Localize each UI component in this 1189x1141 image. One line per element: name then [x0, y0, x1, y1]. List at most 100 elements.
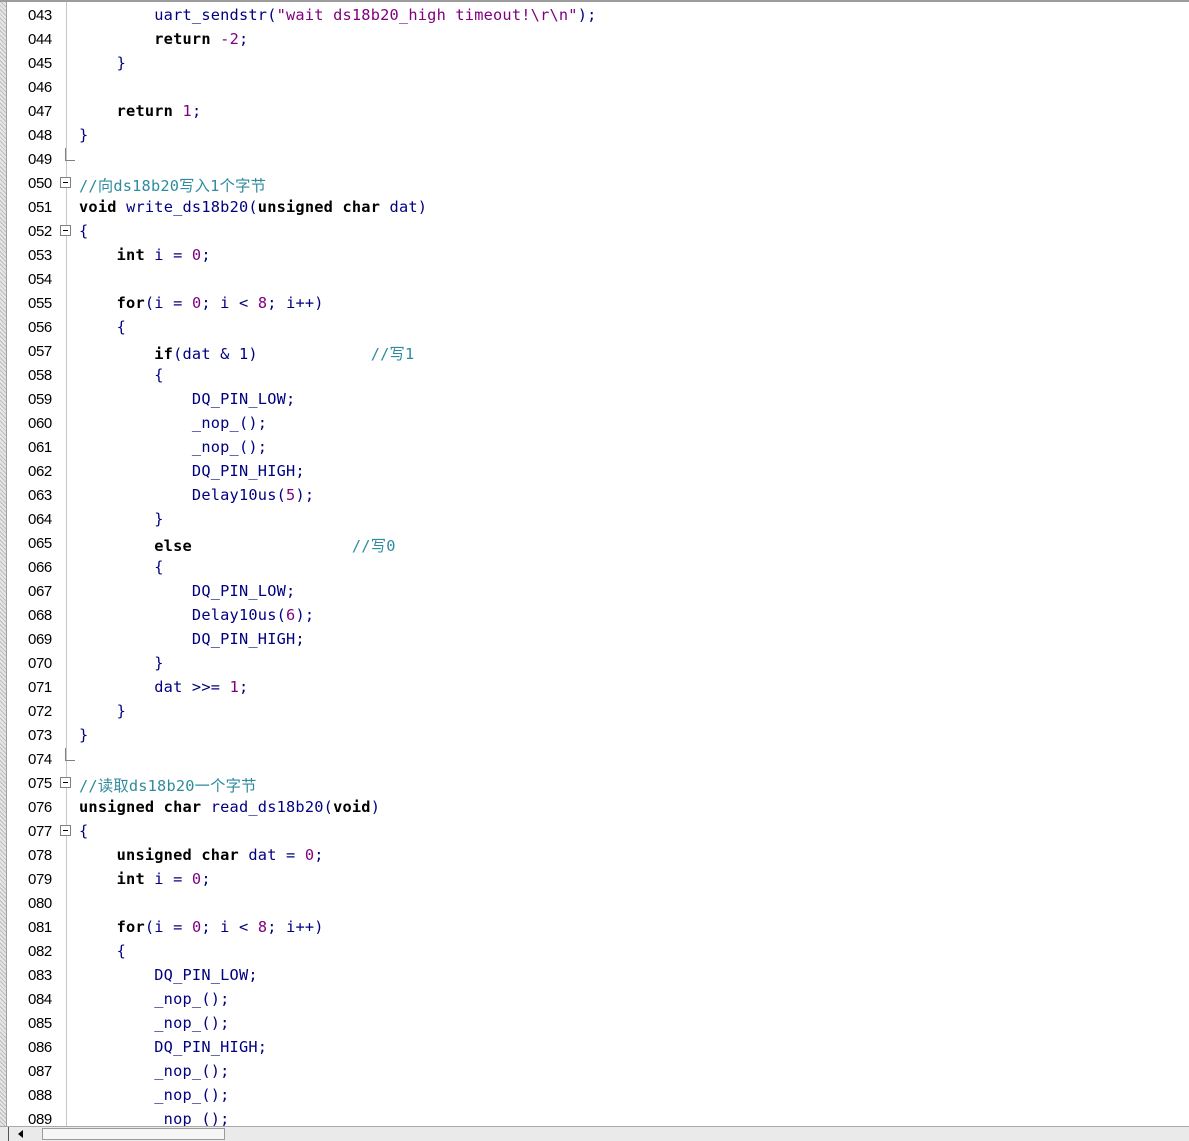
code-token: {	[79, 366, 164, 384]
code-line[interactable]: 075 //读取ds18b20一个字节	[0, 772, 1189, 796]
code-text: _nop_();	[79, 1062, 230, 1080]
code-token: //读取ds18b20一个字节	[79, 777, 257, 795]
code-line[interactable]: 048}	[0, 124, 1189, 148]
line-number: 072	[28, 703, 52, 720]
code-token: //写0	[351, 537, 396, 555]
code-token: ; i++)	[267, 294, 324, 312]
code-line[interactable]: 086 DQ_PIN_HIGH;	[0, 1036, 1189, 1060]
code-token: _nop_();	[79, 990, 230, 1008]
line-number: 052	[28, 223, 52, 240]
fold-collapse-icon[interactable]	[60, 225, 71, 236]
line-number: 056	[28, 319, 52, 336]
code-line[interactable]: 054	[0, 268, 1189, 292]
code-token: 1	[182, 102, 192, 120]
code-line[interactable]: 084 _nop_();	[0, 988, 1189, 1012]
code-line[interactable]: 067 DQ_PIN_LOW;	[0, 580, 1189, 604]
code-line[interactable]: 074	[0, 748, 1189, 772]
code-line[interactable]: 064 }	[0, 508, 1189, 532]
code-line[interactable]: 059 DQ_PIN_LOW;	[0, 388, 1189, 412]
fold-collapse-icon[interactable]	[60, 825, 71, 836]
code-line[interactable]: 061 _nop_();	[0, 436, 1189, 460]
code-token: {	[79, 222, 89, 240]
code-line[interactable]: 062 DQ_PIN_HIGH;	[0, 460, 1189, 484]
code-line[interactable]: 044 return -2;	[0, 28, 1189, 52]
line-number: 069	[28, 631, 52, 648]
code-text: unsigned char read_ds18b20(void)	[79, 798, 380, 816]
code-line[interactable]: 045 }	[0, 52, 1189, 76]
line-number: 068	[28, 607, 52, 624]
line-number: 043	[28, 7, 52, 24]
code-line[interactable]: 076 unsigned char read_ds18b20(void)	[0, 796, 1189, 820]
code-line[interactable]: 043 uart_sendstr("wait ds18b20_high time…	[0, 4, 1189, 28]
code-line[interactable]: 072 }	[0, 700, 1189, 724]
code-line[interactable]: 068 Delay10us(6);	[0, 604, 1189, 628]
code-line[interactable]: 051 void write_ds18b20(unsigned char dat)	[0, 196, 1189, 220]
line-number: 054	[28, 271, 52, 288]
code-token: }	[79, 54, 127, 72]
line-number: 079	[28, 871, 52, 888]
code-line[interactable]: 077 {	[0, 820, 1189, 844]
line-number: 044	[28, 31, 52, 48]
code-text: _nop_();	[79, 414, 267, 432]
code-token: -2	[220, 30, 239, 48]
code-text: return 1;	[79, 102, 202, 120]
code-line[interactable]: 069 DQ_PIN_HIGH;	[0, 628, 1189, 652]
code-line[interactable]: 050 //向ds18b20写入1个字节	[0, 172, 1189, 196]
code-line[interactable]: 079 int i = 0;	[0, 868, 1189, 892]
code-line[interactable]: 080	[0, 892, 1189, 916]
line-number: 046	[28, 79, 52, 96]
code-line[interactable]: 070 }	[0, 652, 1189, 676]
code-token: 8	[257, 918, 268, 936]
code-token: 0	[191, 870, 202, 888]
code-text: _nop_();	[79, 438, 267, 456]
code-token: 0	[304, 846, 315, 864]
code-line[interactable]: 073}	[0, 724, 1189, 748]
code-line[interactable]: 082 {	[0, 940, 1189, 964]
horizontal-scrollbar[interactable]	[0, 1126, 1189, 1141]
code-line[interactable]: 066 {	[0, 556, 1189, 580]
code-editor[interactable]: 043 uart_sendstr("wait ds18b20_high time…	[0, 0, 1189, 1126]
code-line[interactable]: 049	[0, 148, 1189, 172]
code-line[interactable]: 088 _nop_();	[0, 1084, 1189, 1108]
code-line[interactable]: 081 for(i = 0; i < 8; i++)	[0, 916, 1189, 940]
code-line[interactable]: 055 for(i = 0; i < 8; i++)	[0, 292, 1189, 316]
code-line[interactable]: 057 if(dat & 1) //写1	[0, 340, 1189, 364]
code-token: {	[79, 558, 164, 576]
code-line[interactable]: 087 _nop_();	[0, 1060, 1189, 1084]
code-text: {	[79, 318, 126, 336]
code-token: _nop_();	[79, 1062, 230, 1080]
line-number: 076	[28, 799, 52, 816]
scroll-left-arrow-icon[interactable]	[18, 1130, 23, 1138]
code-line[interactable]: 047 return 1;	[0, 100, 1189, 124]
line-number: 047	[28, 103, 52, 120]
code-line[interactable]: 083 DQ_PIN_LOW;	[0, 964, 1189, 988]
scrollbar-thumb[interactable]	[42, 1128, 225, 1140]
code-line[interactable]: 089 _nop_();	[0, 1108, 1189, 1126]
code-line[interactable]: 052 {	[0, 220, 1189, 244]
code-line[interactable]: 053 int i = 0;	[0, 244, 1189, 268]
code-line[interactable]: 046	[0, 76, 1189, 100]
code-token: i =	[154, 870, 192, 888]
code-line[interactable]: 085 _nop_();	[0, 1012, 1189, 1036]
code-text: return -2;	[79, 30, 248, 48]
line-number: 080	[28, 895, 52, 912]
code-token: {	[79, 822, 89, 840]
code-line[interactable]: 078 unsigned char dat = 0;	[0, 844, 1189, 868]
code-line[interactable]: 065 else //写0	[0, 532, 1189, 556]
code-line[interactable]: 063 Delay10us(5);	[0, 484, 1189, 508]
code-line[interactable]: 071 dat >>= 1;	[0, 676, 1189, 700]
code-text: _nop_();	[79, 1014, 230, 1032]
code-line[interactable]: 060 _nop_();	[0, 412, 1189, 436]
fold-collapse-icon[interactable]	[60, 777, 71, 788]
line-number: 064	[28, 511, 52, 528]
code-text: }	[79, 126, 88, 144]
code-token: (dat & 1)	[173, 345, 371, 363]
code-token: ; i <	[201, 918, 258, 936]
code-line[interactable]: 058 {	[0, 364, 1189, 388]
code-token: unsigned char	[257, 198, 390, 216]
code-line[interactable]: 056 {	[0, 316, 1189, 340]
fold-collapse-icon[interactable]	[60, 177, 71, 188]
code-token: 1	[229, 678, 239, 696]
code-token: _nop_();	[79, 1014, 230, 1032]
code-text: //读取ds18b20一个字节	[79, 774, 257, 796]
